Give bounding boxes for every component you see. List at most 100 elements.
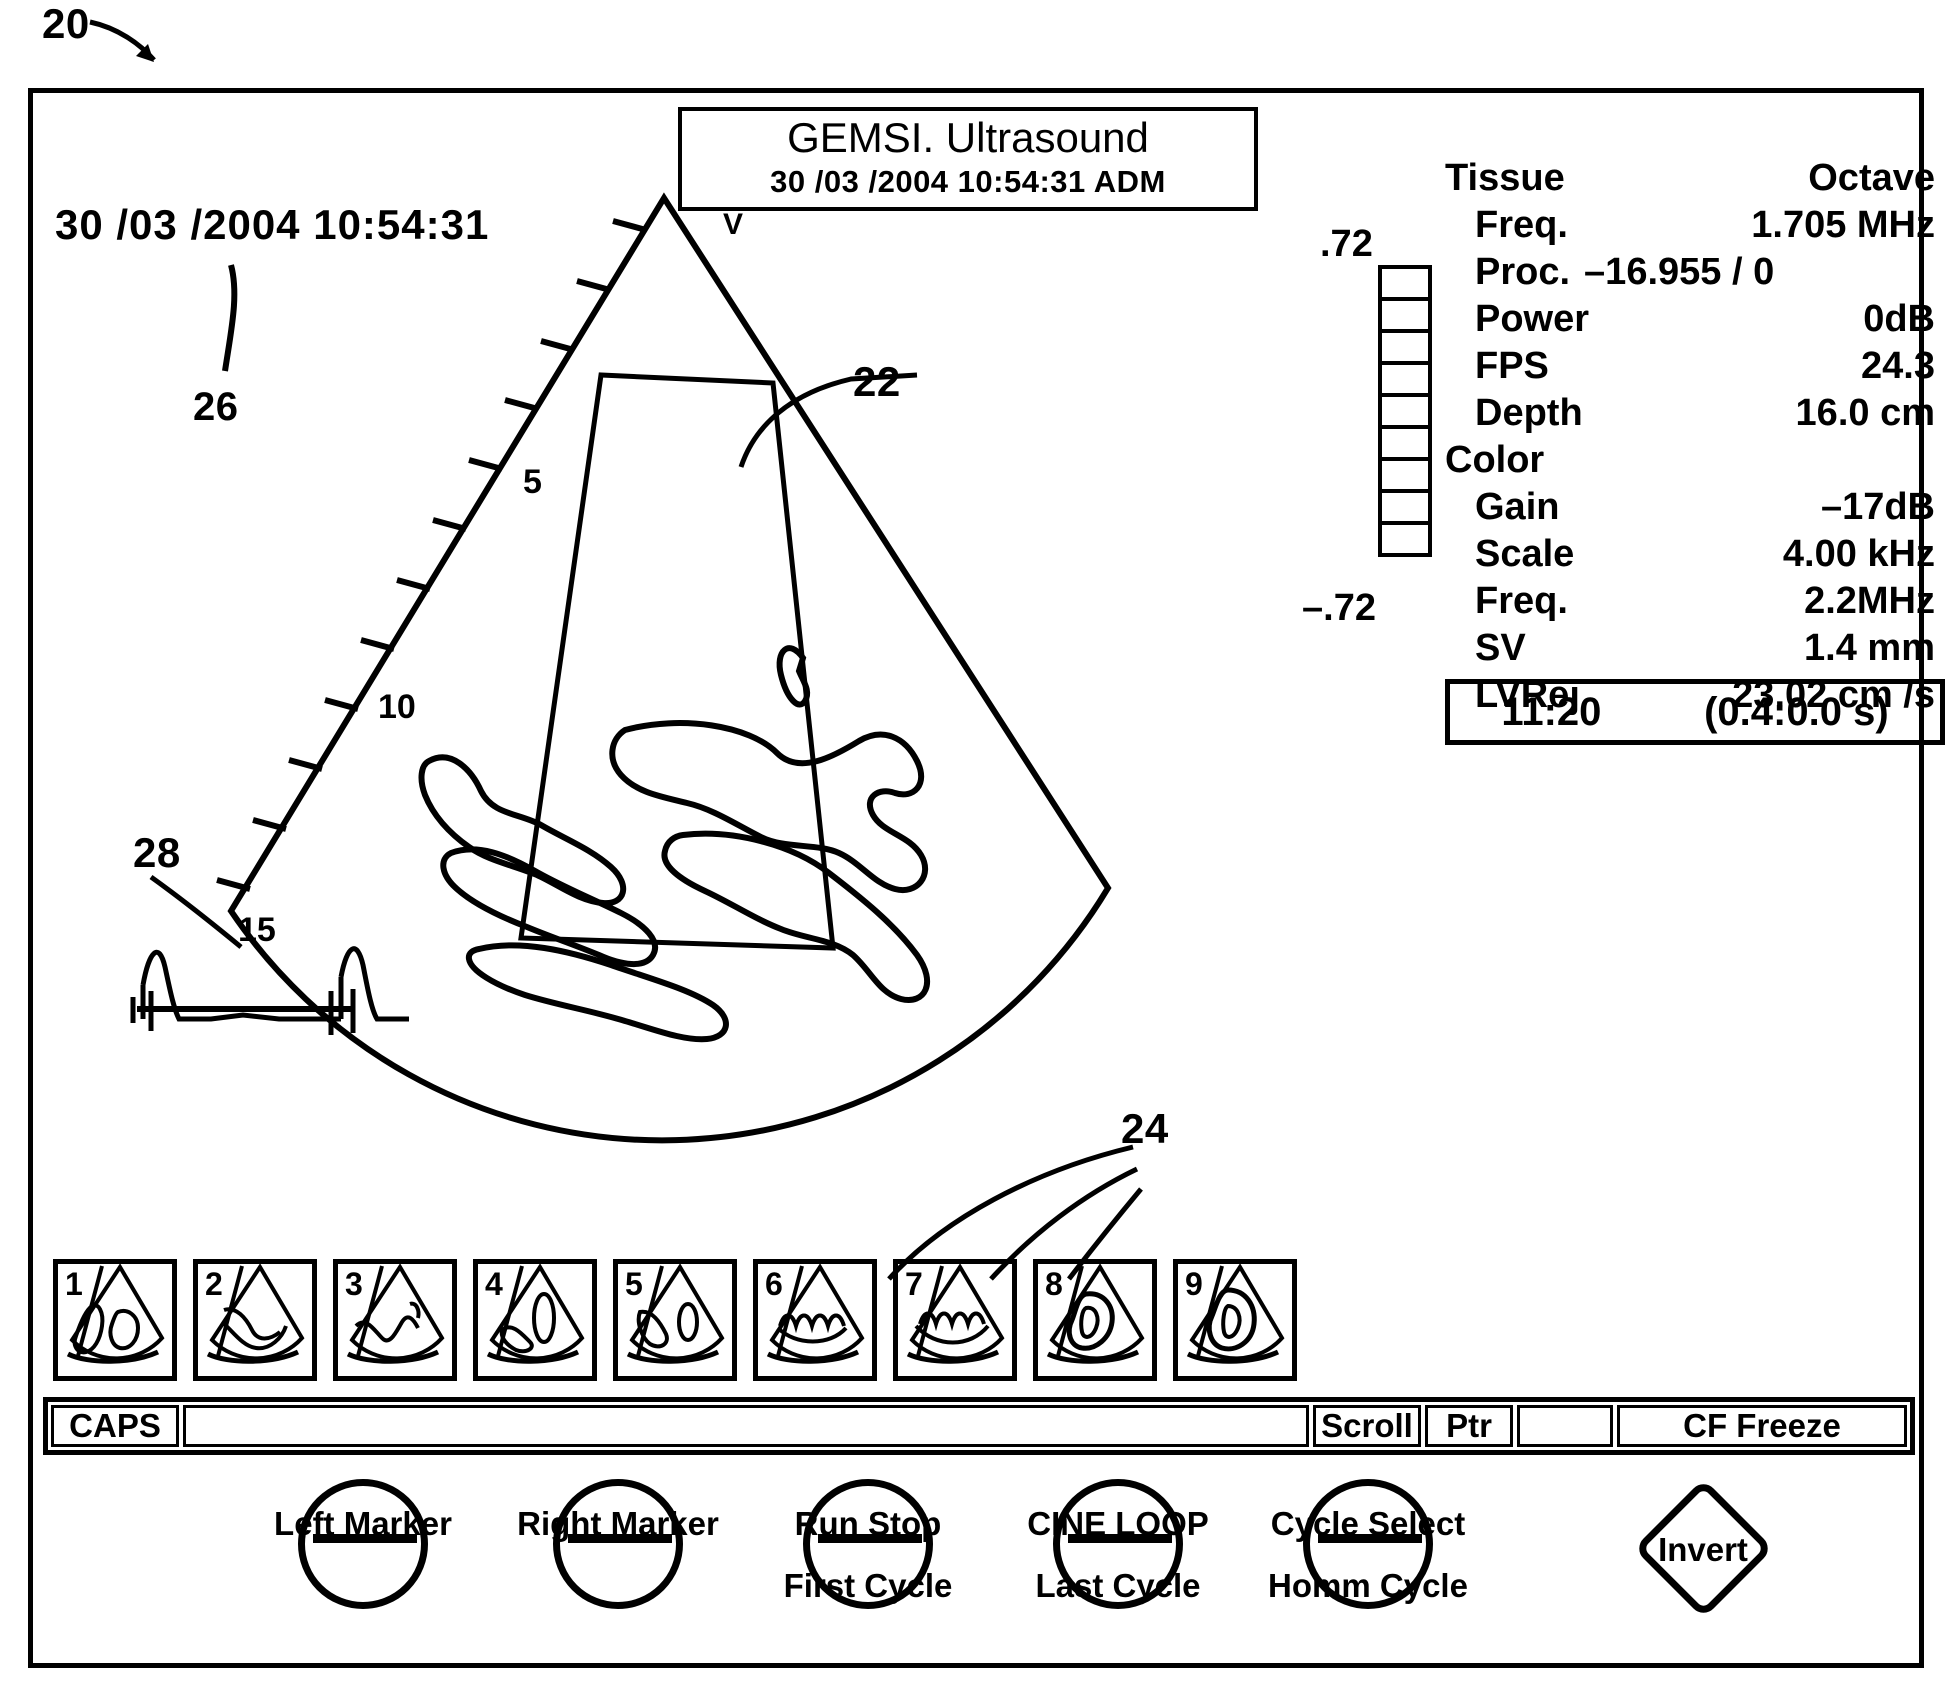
param-key: Freq. — [1475, 204, 1568, 246]
colorbar-segment — [1378, 297, 1432, 333]
colorbar-segment — [1378, 361, 1432, 397]
button-invert[interactable]: Invert — [1632, 1478, 1774, 1619]
param-row-depth: Depth 16.0 cm — [1445, 390, 1935, 437]
scan-parameter-panel: Tissue Octave Freq. 1.705 MHz Proc. –16.955… — [1445, 155, 1935, 719]
status-bar: CAPS Scroll Ptr CF Freeze — [43, 1397, 1915, 1455]
timer-elapsed: (0.4:0.0 s) — [1704, 689, 1889, 734]
status-message-area[interactable] — [183, 1405, 1309, 1447]
thumbnail-index: 6 — [765, 1266, 783, 1302]
status-cf-freeze-button[interactable]: CF Freeze — [1617, 1405, 1907, 1447]
thumbnail-4[interactable]: 4 — [473, 1259, 597, 1381]
param-key: Power — [1475, 298, 1590, 340]
param-row-proc: Proc. –16.955 / 0 — [1445, 249, 1935, 296]
knob-cycle-select-homm-cycle[interactable]: Cycle Select Homm Cycle — [1238, 1479, 1498, 1609]
anatomy-traces — [418, 645, 930, 1043]
status-empty-cell[interactable] — [1517, 1405, 1613, 1447]
knob-run-stop-first-cycle[interactable]: Run Stop First Cycle — [738, 1479, 998, 1609]
param-value: 2.2MHz — [1804, 580, 1935, 622]
colorbar-segment — [1378, 521, 1432, 557]
depth-tick-label-5: 5 — [523, 463, 542, 501]
colorbar-bottom-label: –.72 — [1302, 587, 1376, 629]
thumbnail-index: 7 — [905, 1266, 923, 1302]
param-value: –17dB — [1820, 486, 1935, 528]
param-key: Proc. — [1475, 251, 1571, 293]
param-key: Freq. — [1475, 580, 1568, 622]
depth-scale-ticks — [216, 218, 647, 892]
status-ptr-button[interactable]: Ptr — [1425, 1405, 1513, 1447]
thumbnail-index: 3 — [345, 1266, 363, 1302]
colorbar-segment — [1378, 265, 1432, 301]
param-value: 0dB — [1863, 298, 1935, 340]
thumbnail-5[interactable]: 5 — [613, 1259, 737, 1381]
param-value — [1544, 437, 1935, 484]
colorbar-top-label: .72 — [1320, 223, 1373, 265]
param-row-gain: Gain –17dB — [1445, 484, 1935, 531]
thumbnail-3[interactable]: 3 — [333, 1259, 457, 1381]
callout-20: 20 — [42, 0, 90, 47]
thumbnail-2[interactable]: 2 — [193, 1259, 317, 1381]
colorbar-segment — [1378, 329, 1432, 365]
param-row-colorfreq: Freq. 2.2MHz — [1445, 578, 1935, 625]
param-value: –16.955 / 0 — [1584, 251, 1775, 293]
param-key: Depth — [1475, 392, 1583, 434]
thumbnail-6[interactable]: 6 — [753, 1259, 877, 1381]
knob-label-bottom: Last Cycle — [1035, 1567, 1201, 1604]
callout-22: 22 — [853, 358, 901, 405]
colorbar-segment — [1378, 393, 1432, 429]
colorbar-segment — [1378, 489, 1432, 525]
invert-label: Invert — [1658, 1531, 1748, 1568]
knob-label-bottom: First Cycle — [783, 1567, 953, 1604]
param-value: 16.0 cm — [1795, 392, 1935, 434]
param-value: 24.3 — [1861, 345, 1935, 387]
softkey-knob-row: Left Marker Right Marker Run Stop First … — [33, 1465, 1929, 1665]
thumbnail-1[interactable]: 1 — [53, 1259, 177, 1381]
param-row-power: Power 0dB — [1445, 296, 1935, 343]
knob-dial-icon[interactable] — [553, 1479, 683, 1609]
callout-24: 24 — [1121, 1105, 1169, 1152]
sector-graphic — [216, 192, 1112, 1144]
knob-label-top: CINE LOOP — [1027, 1505, 1209, 1542]
param-row-color: Color — [1445, 437, 1935, 484]
param-key: Tissue — [1445, 157, 1565, 199]
cine-timer-box: 11:20 (0.4:0.0 s) — [1445, 679, 1945, 745]
status-caps-indicator[interactable]: CAPS — [51, 1405, 179, 1447]
knob-label-top: Right Marker — [517, 1505, 719, 1542]
apex-marker-label: V — [723, 208, 744, 241]
param-row-sv: SV 1.4 mm — [1445, 625, 1935, 672]
ultrasound-sector-image[interactable]: 5 10 15 V — [33, 93, 1213, 1273]
thumbnail-index: 8 — [1045, 1266, 1063, 1302]
status-scroll-button[interactable]: Scroll — [1313, 1405, 1421, 1447]
callout-28: 28 — [133, 829, 181, 876]
thumbnail-9[interactable]: 9 — [1173, 1259, 1297, 1381]
thumbnail-index: 9 — [1185, 1266, 1203, 1302]
param-row-tissue: Tissue Octave — [1445, 155, 1935, 202]
knob-right-marker[interactable]: Right Marker — [488, 1479, 748, 1609]
thumbnail-index: 5 — [625, 1266, 643, 1302]
knob-left-marker[interactable]: Left Marker — [233, 1479, 493, 1609]
thumbnail-index: 2 — [205, 1266, 223, 1302]
timer-clock: 11:20 — [1501, 689, 1602, 734]
param-key: FPS — [1475, 345, 1549, 387]
param-row-scale: Scale 4.00 kHz — [1445, 531, 1935, 578]
knob-cine-loop-last-cycle[interactable]: CINE LOOP Last Cycle — [988, 1479, 1248, 1609]
thumbnail-index: 1 — [65, 1266, 83, 1302]
callout-20-leader — [89, 19, 156, 62]
param-value: 4.00 kHz — [1782, 533, 1935, 575]
knob-label-top: Cycle Select — [1270, 1505, 1466, 1542]
param-key: Color — [1445, 439, 1545, 481]
knob-label-top: Left Marker — [274, 1505, 452, 1542]
color-velocity-bar: .72 –.72 — [1302, 223, 1432, 629]
param-row-freq: Freq. 1.705 MHz — [1445, 202, 1935, 249]
ultrasound-screen: GEMSI. Ultrasound 30 /03 /2004 10:54:31 … — [28, 88, 1945, 1668]
colorbar-segment — [1378, 457, 1432, 493]
param-row-fps: FPS 24.3 — [1445, 343, 1935, 390]
param-key: Gain — [1475, 486, 1560, 528]
depth-tick-label-10: 10 — [378, 688, 416, 726]
knob-label-top: Run Stop — [794, 1505, 942, 1542]
param-value: 1.705 MHz — [1751, 204, 1935, 246]
knob-dial-icon[interactable] — [298, 1479, 428, 1609]
param-key: Scale — [1475, 533, 1575, 575]
param-key: SV — [1475, 627, 1526, 669]
knob-label-bottom: Homm Cycle — [1268, 1567, 1468, 1604]
callout-28-leader — [149, 874, 243, 949]
